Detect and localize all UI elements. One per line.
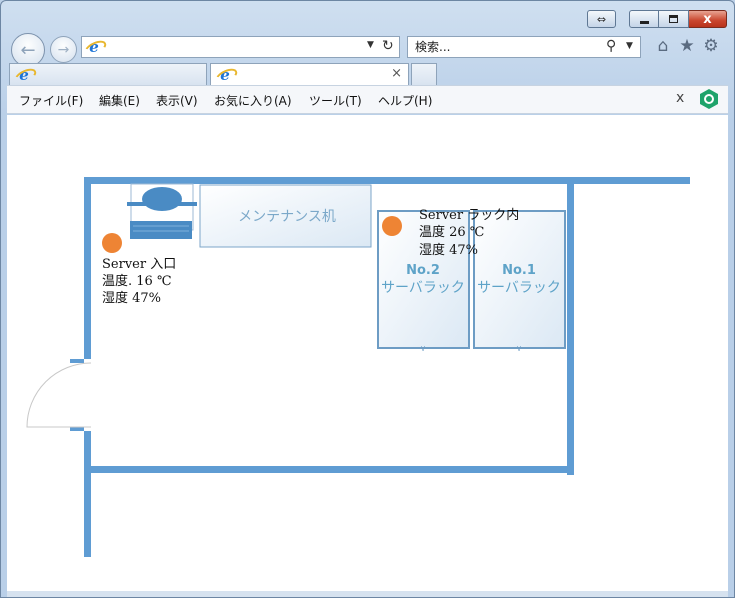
rack-label: サーバラック <box>477 280 561 296</box>
menu-tools[interactable]: ツール(T) <box>309 92 362 109</box>
sensor-title: Server 入口 <box>102 257 176 272</box>
rack-number: No.2 <box>406 263 440 278</box>
sensor-dot <box>102 233 122 253</box>
back-button[interactable]: ← <box>11 33 45 67</box>
rack-label: サーバラック <box>381 280 465 296</box>
extension-icon[interactable] <box>700 89 718 109</box>
sensor-title: Server ラック内 <box>419 207 519 223</box>
menu-favorites[interactable]: お気に入り(A) <box>214 92 292 109</box>
favorites-star-icon[interactable]: ★ <box>677 36 697 56</box>
ie-tab-icon: e <box>16 67 32 83</box>
gear-icon[interactable]: ⚙ <box>701 36 721 56</box>
menu-file[interactable]: ファイル(F) <box>19 92 83 109</box>
door-swing <box>26 362 92 428</box>
menu-view[interactable]: 表示(V) <box>156 92 198 109</box>
maintenance-desk: メンテナンス机 <box>199 184 372 248</box>
compat-view-button[interactable]: ⇔ <box>587 10 616 28</box>
tab-2-active[interactable]: e × <box>210 63 409 85</box>
search-icon[interactable]: ⚲ <box>606 38 616 54</box>
desk-label: メンテナンス机 <box>238 209 336 225</box>
sensor-humidity: 湿度 47% <box>102 290 161 306</box>
menu-edit[interactable]: 編集(E) <box>99 92 140 109</box>
minimize-icon <box>639 20 649 24</box>
search-box[interactable]: ⚲ ▼ <box>407 36 641 58</box>
arrow-left-icon: ← <box>20 39 36 61</box>
swap-icon: ⇔ <box>596 12 607 26</box>
floor-plan: メンテナンス机 No.2 サーバラック ᐯ No.1 サーバラック ᐯ Serv… <box>26 177 690 557</box>
sensor-entrance[interactable]: Server 入口 温度. 16 ℃ 湿度 47% <box>102 233 176 306</box>
page-content: メンテナンス机 No.2 サーバラック ᐯ No.1 サーバラック ᐯ Serv… <box>7 115 728 591</box>
close-button[interactable]: x <box>689 10 727 28</box>
sensor-temperature: 温度 26 ℃ <box>419 224 484 240</box>
address-bar[interactable]: e ▼ ↻ <box>81 36 400 58</box>
maximize-button[interactable] <box>659 10 689 28</box>
minimize-button[interactable] <box>629 10 659 28</box>
home-icon[interactable]: ⌂ <box>653 36 673 56</box>
sensor-temperature: 温度. 16 ℃ <box>102 273 171 289</box>
arrow-right-icon: → <box>57 41 70 58</box>
server-rack-1: No.1 サーバラック ᐯ <box>473 210 566 353</box>
ie-tab-icon: e <box>217 67 233 83</box>
search-input[interactable] <box>413 39 603 55</box>
tab-1[interactable]: e <box>9 63 207 85</box>
pc-workstation <box>127 183 197 239</box>
forward-button[interactable]: → <box>50 36 77 63</box>
close-icon: x <box>703 11 712 27</box>
status-strip <box>7 591 728 597</box>
close-bar-icon[interactable]: x <box>676 90 684 106</box>
menu-bar: ファイル(F) 編集(E) 表示(V) お気に入り(A) ツール(T) ヘルプ(… <box>7 85 728 114</box>
menu-help[interactable]: ヘルプ(H) <box>378 92 432 109</box>
ie-page-icon: e <box>86 39 102 55</box>
browser-window: ⇔ x ← → e ▼ ↻ ⚲ ▼ ⌂ ★ ⚙ e e × ファイル(F) <box>0 0 735 598</box>
new-tab-button[interactable] <box>411 63 437 85</box>
sensor-dot <box>382 216 402 236</box>
chevron-down-icon[interactable]: ▼ <box>367 40 374 50</box>
sensor-humidity: 湿度 47% <box>419 242 478 258</box>
address-input[interactable] <box>104 39 362 55</box>
chevron-down-icon[interactable]: ▼ <box>626 41 633 51</box>
maximize-icon <box>669 15 678 23</box>
tab-close-icon[interactable]: × <box>391 66 402 81</box>
rack-number: No.1 <box>502 263 536 278</box>
refresh-icon[interactable]: ↻ <box>382 38 394 54</box>
